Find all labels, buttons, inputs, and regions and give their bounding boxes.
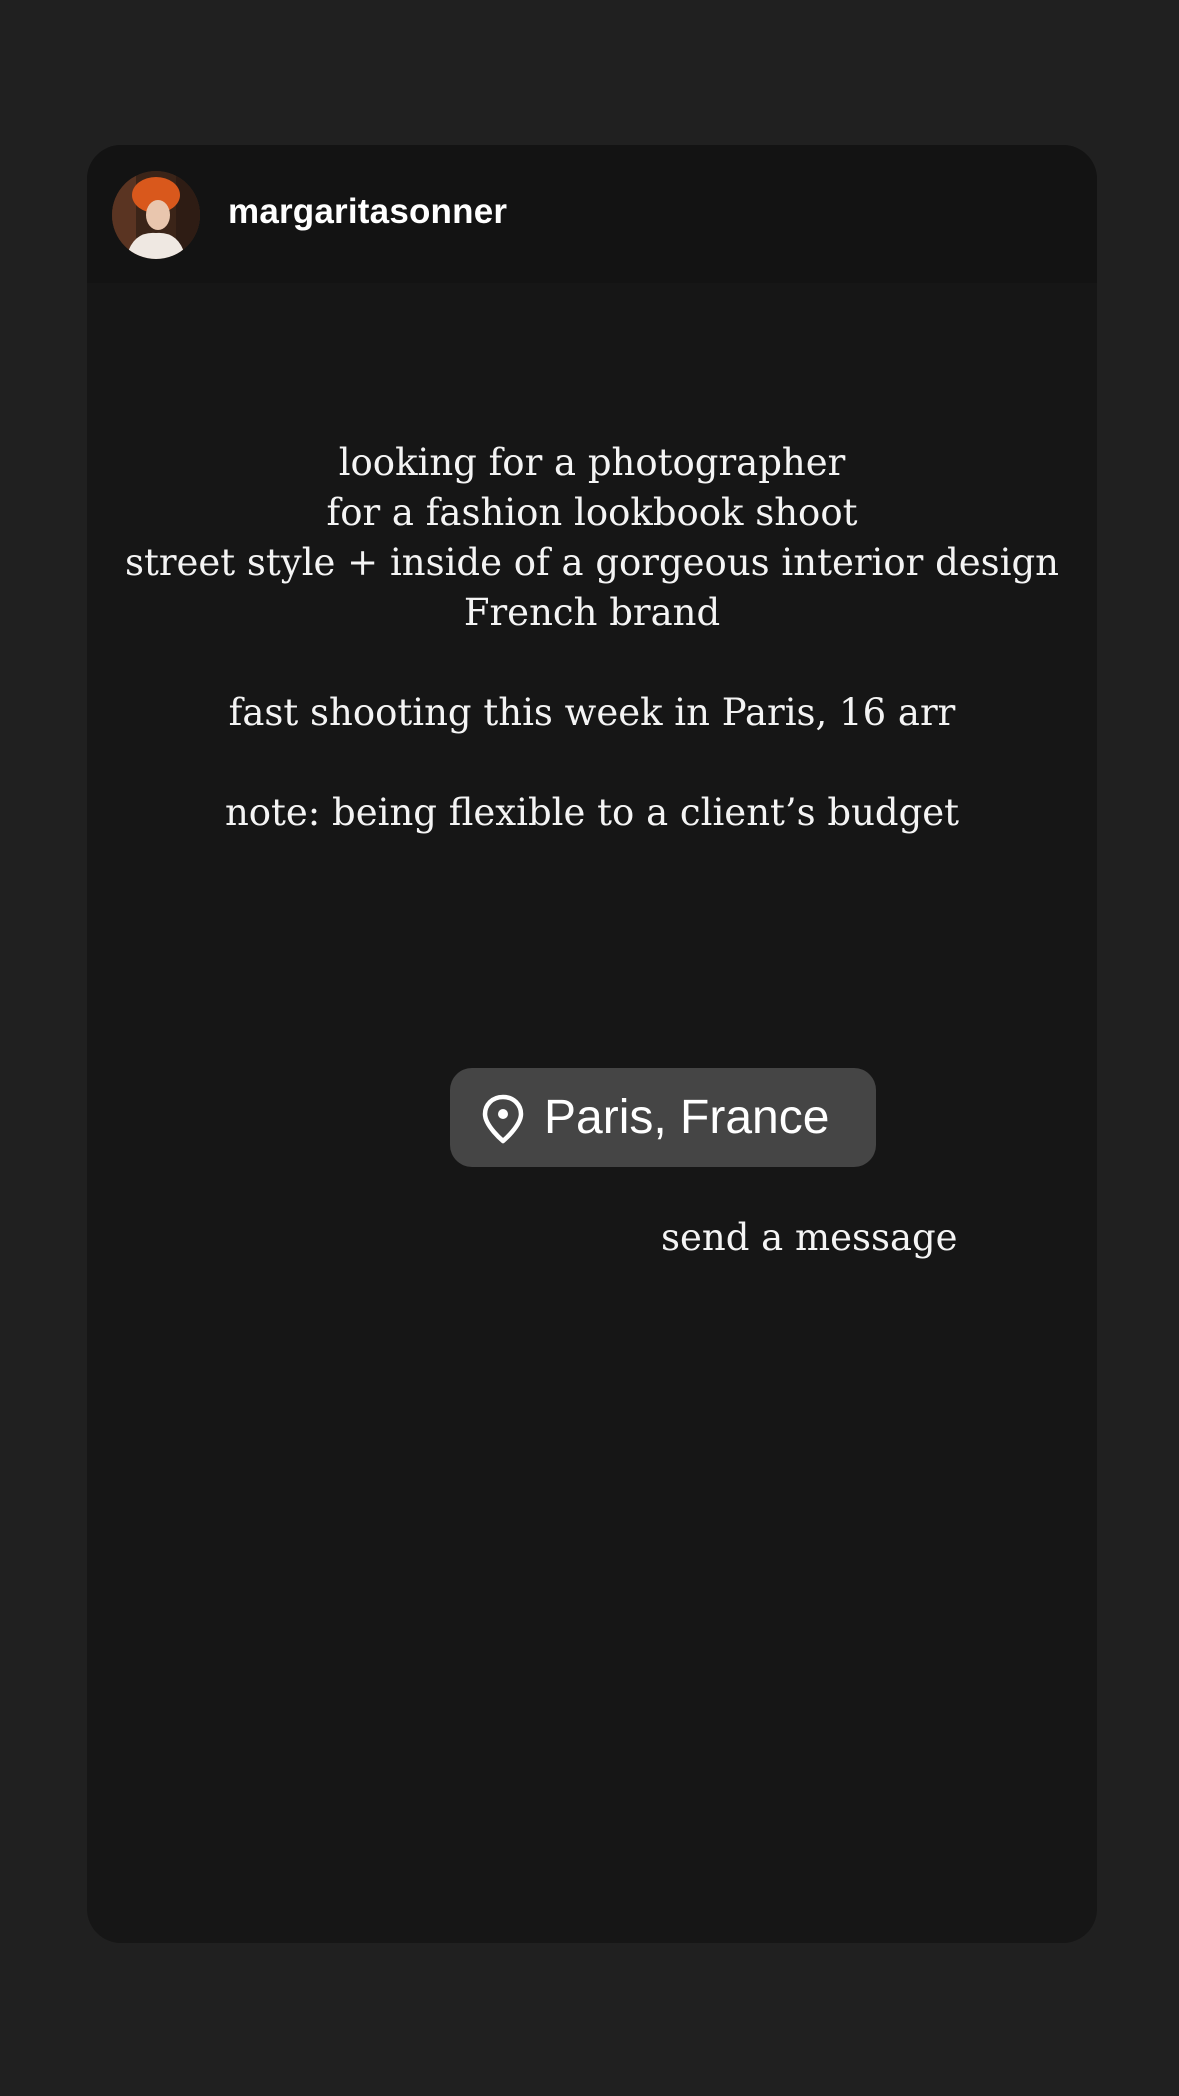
location-sticker[interactable]: Paris, France [450, 1068, 876, 1167]
profile-avatar[interactable] [112, 171, 200, 259]
story-text-line: street style + inside of a gorgeous inte… [124, 541, 1060, 584]
story-text-line: fast shooting this week in Paris, 16 arr [228, 691, 956, 734]
username[interactable]: margaritasonner [228, 191, 507, 233]
location-label: Paris, France [544, 1091, 830, 1144]
story-card[interactable]: margaritasonner looking for a photograph… [87, 145, 1097, 1943]
avatar-photo-icon [112, 171, 200, 259]
send-message-link[interactable]: send a message [661, 1213, 958, 1263]
location-pin-icon [480, 1094, 526, 1144]
story-text-line: French brand [463, 591, 721, 634]
story-header: margaritasonner [87, 145, 1097, 283]
story-text-line: looking for a photographer [338, 441, 846, 484]
story-text-line: for a fashion lookbook shoot [326, 491, 858, 534]
story-text-line: note: being flexible to a client’s budge… [224, 791, 960, 834]
